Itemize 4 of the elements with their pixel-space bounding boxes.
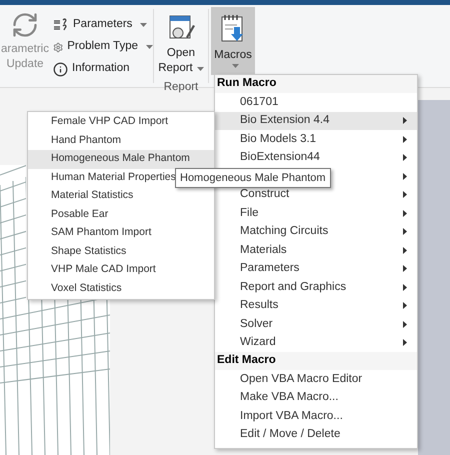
menu-section-header: Edit Macro bbox=[215, 352, 417, 370]
tooltip: Homogeneous Male Phantom bbox=[175, 168, 331, 188]
menu-section-header: Run Macro bbox=[215, 75, 417, 93]
group-label: Report bbox=[164, 80, 198, 96]
